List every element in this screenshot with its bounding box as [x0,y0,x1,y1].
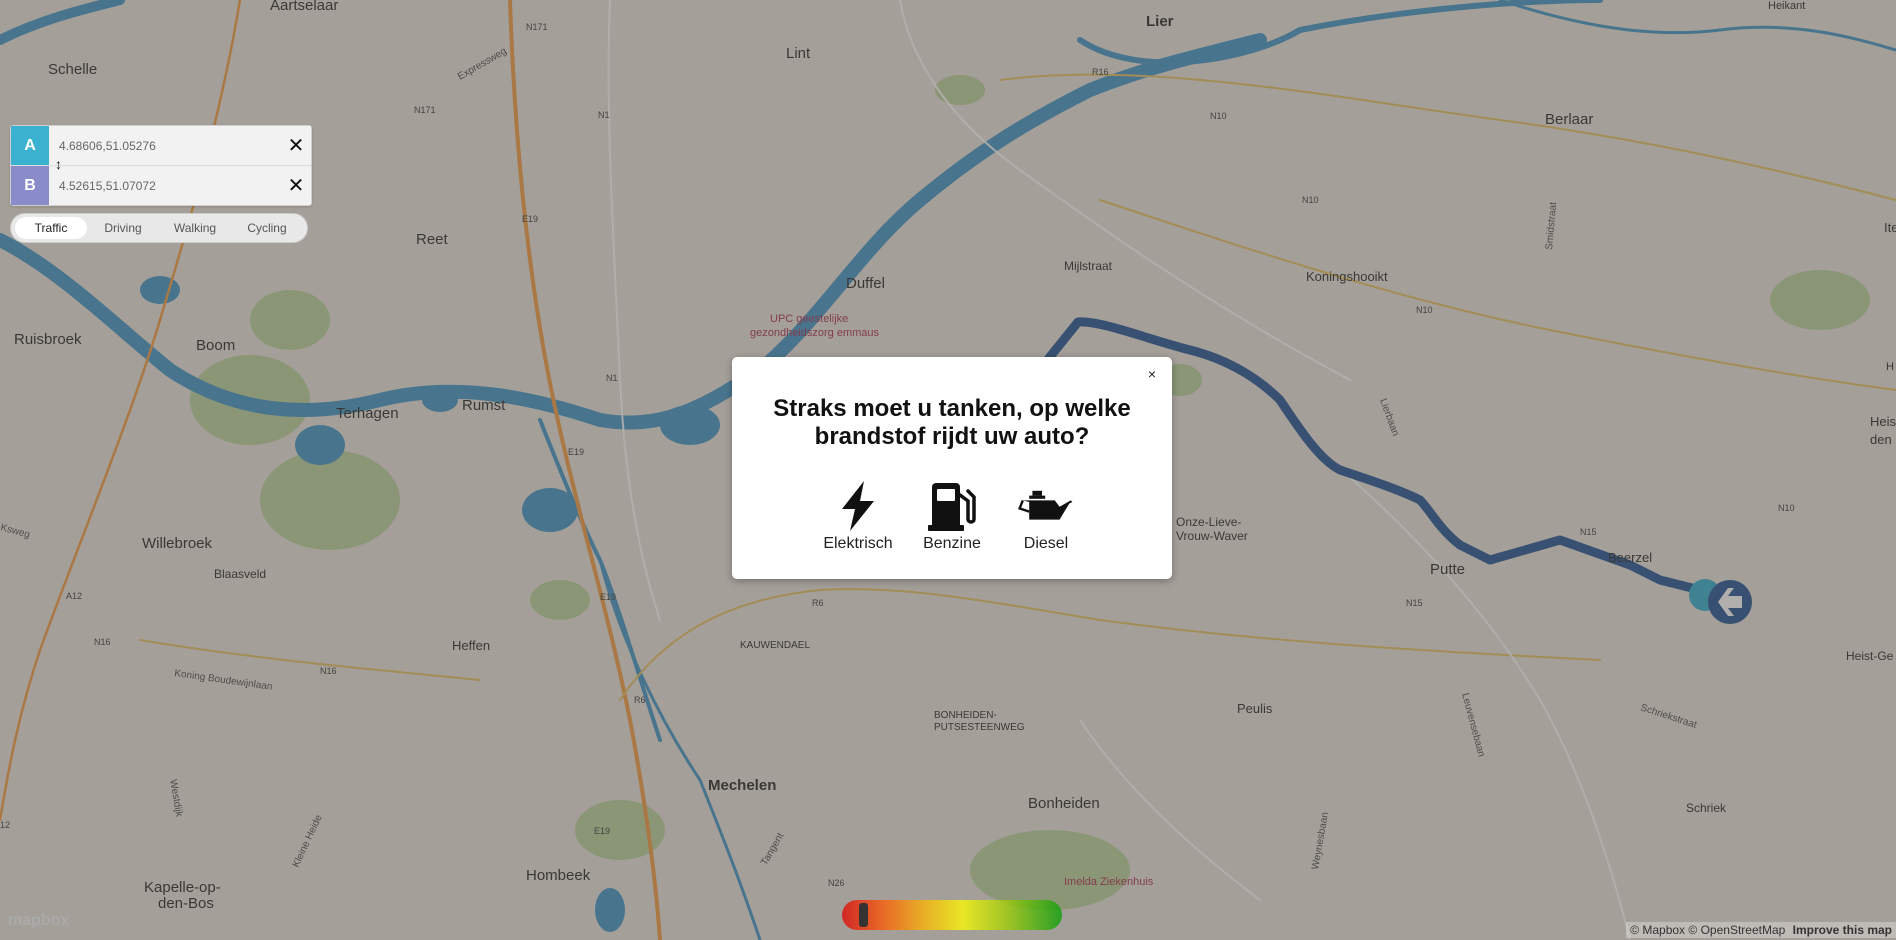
fuel-option-label: Diesel [1023,535,1069,552]
fuel-gauge [842,900,1062,930]
origin-input[interactable] [49,129,281,162]
close-button[interactable]: × [1142,365,1162,383]
osm-attribution-link[interactable]: © OpenStreetMap [1688,923,1785,937]
destination-input[interactable] [49,169,281,202]
profile-cycling[interactable]: Cycling [231,217,303,239]
close-icon[interactable]: ✕ [281,173,311,198]
directions-panel: A ✕ ↕ B ✕ [10,125,312,206]
profile-traffic[interactable]: Traffic [15,217,87,239]
fuel-option-benzine[interactable]: Benzine [911,479,993,553]
fuel-type-modal: × Straks moet u tanken, op welke brandst… [732,357,1172,579]
map-attribution: © Mapbox © OpenStreetMap Improve this ma… [1626,922,1896,938]
fuel-option-label: Benzine [923,535,981,552]
oil-can-icon [1018,490,1073,520]
mapbox-attribution-link[interactable]: © Mapbox [1630,923,1685,937]
origin-badge: A [11,126,49,165]
improve-map-link[interactable]: Improve this map [1793,923,1892,937]
fuel-option-elektrisch[interactable]: Elektrisch [817,479,899,553]
swap-vertical-icon[interactable]: ↕ [55,156,62,172]
mapbox-logo[interactable]: mapbox [8,912,69,930]
destination-badge: B [11,166,49,205]
fuel-options: Elektrisch Benzine Diesel [732,479,1172,553]
profile-walking[interactable]: Walking [159,217,231,239]
modal-title: Straks moet u tanken, op welke brandstof… [773,395,1131,450]
fuel-option-diesel[interactable]: Diesel [1005,479,1087,553]
fuel-pump-icon [928,483,976,531]
profile-selector: Traffic Driving Walking Cycling [10,213,308,243]
profile-driving[interactable]: Driving [87,217,159,239]
close-icon[interactable]: ✕ [281,133,311,158]
fuel-option-label: Elektrisch [823,535,893,552]
lightning-icon [842,481,874,531]
fuel-gauge-marker [859,903,868,927]
